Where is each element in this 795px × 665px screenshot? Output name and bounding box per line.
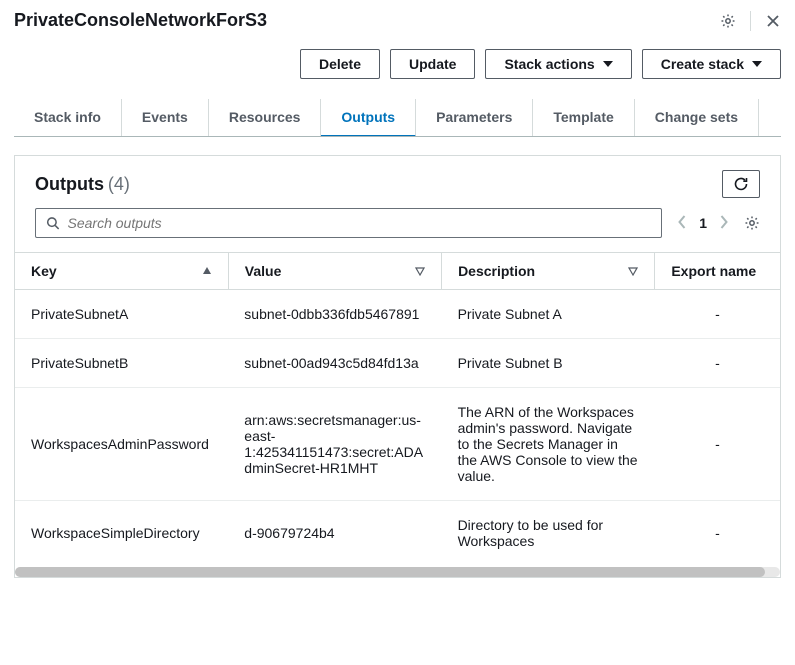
column-label: Description xyxy=(458,263,535,279)
column-header-key[interactable]: Key xyxy=(15,253,228,290)
outputs-table: Key Value Description xyxy=(15,252,780,565)
sort-asc-icon xyxy=(202,266,212,276)
prev-page[interactable] xyxy=(678,215,687,232)
search-box[interactable] xyxy=(35,208,662,238)
close-icon xyxy=(765,13,781,29)
cell-description: Private Subnet B xyxy=(442,339,655,388)
column-header-export-name[interactable]: Export name xyxy=(655,253,780,290)
cell-value: subnet-0dbb336fdb5467891 xyxy=(228,290,441,339)
delete-button[interactable]: Delete xyxy=(300,49,380,79)
header-actions xyxy=(720,11,781,31)
stack-actions-label: Stack actions xyxy=(504,56,594,72)
refresh-button[interactable] xyxy=(722,170,760,198)
tab-stack-info[interactable]: Stack info xyxy=(14,99,122,136)
cell-export-name: - xyxy=(655,501,780,566)
gear-icon xyxy=(744,215,760,231)
chevron-down-icon xyxy=(752,61,762,67)
create-stack-button[interactable]: Create stack xyxy=(642,49,781,79)
column-label: Key xyxy=(31,263,57,279)
close-button[interactable] xyxy=(765,13,781,29)
search-icon xyxy=(46,216,60,230)
tab-events[interactable]: Events xyxy=(122,99,209,136)
column-label: Export name xyxy=(671,263,756,279)
cell-key: PrivateSubnetB xyxy=(15,339,228,388)
table-row: PrivateSubnetBsubnet-00ad943c5d84fd13aPr… xyxy=(15,339,780,388)
search-input[interactable] xyxy=(68,215,652,231)
cell-key: WorkspaceSimpleDirectory xyxy=(15,501,228,566)
cell-export-name: - xyxy=(655,290,780,339)
cell-export-name: - xyxy=(655,339,780,388)
stack-actions-button[interactable]: Stack actions xyxy=(485,49,631,79)
action-bar: Delete Update Stack actions Create stack xyxy=(14,49,781,79)
cell-value: subnet-00ad943c5d84fd13a xyxy=(228,339,441,388)
chevron-left-icon xyxy=(678,215,687,229)
table-settings-button[interactable] xyxy=(744,215,760,231)
cell-description: Directory to be used for Workspaces xyxy=(442,501,655,566)
table-row: WorkspaceSimpleDirectoryd-90679724b4Dire… xyxy=(15,501,780,566)
table-row: WorkspacesAdminPasswordarn:aws:secretsma… xyxy=(15,388,780,501)
pagination: 1 xyxy=(678,215,728,232)
cell-export-name: - xyxy=(655,388,780,501)
cell-description: The ARN of the Workspaces admin's passwo… xyxy=(442,388,655,501)
chevron-down-icon xyxy=(603,61,613,67)
panel-title: Outputs xyxy=(35,174,104,194)
refresh-icon xyxy=(733,176,749,192)
panel-count: (4) xyxy=(108,174,130,194)
cell-description: Private Subnet A xyxy=(442,290,655,339)
cell-value: d-90679724b4 xyxy=(228,501,441,566)
outputs-panel: Outputs (4) 1 xyxy=(14,155,781,578)
page-title: PrivateConsoleNetworkForS3 xyxy=(14,10,267,31)
page-number: 1 xyxy=(699,215,707,231)
filter-icon xyxy=(415,266,425,276)
cell-value: arn:aws:secretsmanager:us-east-1:4253411… xyxy=(228,388,441,501)
tab-resources[interactable]: Resources xyxy=(209,99,322,136)
settings-button[interactable] xyxy=(720,13,736,29)
chevron-right-icon xyxy=(719,215,728,229)
divider xyxy=(750,11,751,31)
tab-template[interactable]: Template xyxy=(533,99,634,136)
column-label: Value xyxy=(245,263,282,279)
gear-icon xyxy=(720,13,736,29)
tab-parameters[interactable]: Parameters xyxy=(416,99,533,136)
column-header-description[interactable]: Description xyxy=(442,253,655,290)
create-stack-label: Create stack xyxy=(661,56,744,72)
update-button[interactable]: Update xyxy=(390,49,475,79)
tab-change-sets[interactable]: Change sets xyxy=(635,99,759,136)
column-header-value[interactable]: Value xyxy=(228,253,441,290)
cell-key: PrivateSubnetA xyxy=(15,290,228,339)
next-page[interactable] xyxy=(719,215,728,232)
cell-key: WorkspacesAdminPassword xyxy=(15,388,228,501)
horizontal-scrollbar[interactable] xyxy=(15,567,780,577)
tabs: Stack infoEventsResourcesOutputsParamete… xyxy=(14,99,781,137)
tab-outputs[interactable]: Outputs xyxy=(321,99,416,137)
filter-icon xyxy=(628,266,638,276)
table-row: PrivateSubnetAsubnet-0dbb336fdb5467891Pr… xyxy=(15,290,780,339)
